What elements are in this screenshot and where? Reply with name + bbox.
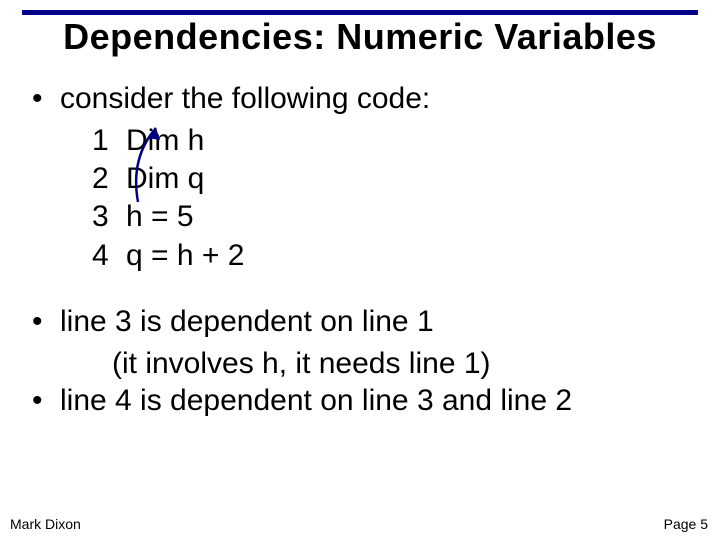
code-line-3: 3 h = 5 [92,198,572,236]
bullet-dep1: • line 3 is dependent on line 1 [32,303,572,341]
bullet-dep1-text: line 3 is dependent on line 1 [60,303,434,341]
bullet-dep2: • line 4 is dependent on line 3 and line… [32,382,572,420]
bullet-dep2-text: line 4 is dependent on line 3 and line 2 [60,382,572,420]
code-text: h = 5 [126,198,194,236]
code-text: Dim q [126,160,204,198]
footer-page: Page 5 [664,516,708,532]
line-number: 4 [92,237,126,275]
code-text: Dim h [126,122,204,160]
title-rule [22,10,698,15]
slide-title: Dependencies: Numeric Variables [0,16,720,58]
slide: Dependencies: Numeric Variables • consid… [0,0,720,540]
bullet-intro: • consider the following code: [32,80,572,118]
line-number: 2 [92,160,126,198]
code-text: q = h + 2 [126,237,244,275]
bullet-dot: • [32,80,60,118]
slide-body: • consider the following code: 1 Dim h 2… [32,80,572,424]
bullet-intro-text: consider the following code: [60,80,430,118]
bullet-dep1-sub: (it involves h, it needs line 1) [112,345,572,383]
code-line-4: 4 q = h + 2 [92,237,572,275]
code-line-1: 1 Dim h [92,122,572,160]
code-line-2: 2 Dim q [92,160,572,198]
code-block: 1 Dim h 2 Dim q 3 h = 5 4 q = h + 2 [92,122,572,276]
bullet-dot: • [32,382,60,420]
bullet-dot: • [32,303,60,341]
footer-author: Mark Dixon [10,516,81,532]
line-number: 3 [92,198,126,236]
line-number: 1 [92,122,126,160]
